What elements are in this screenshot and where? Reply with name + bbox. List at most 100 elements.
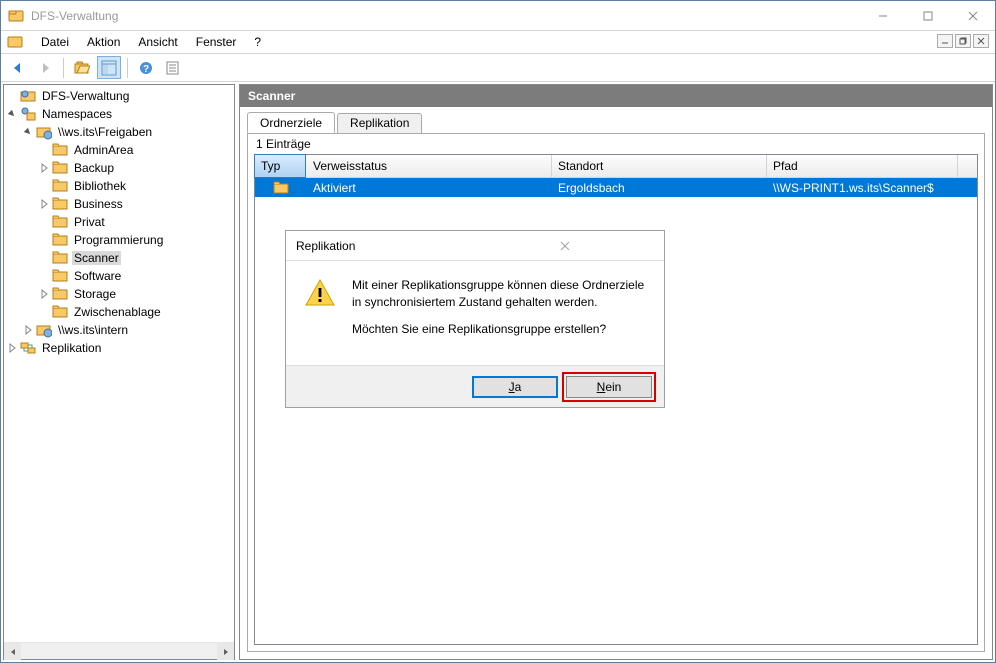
- dialog-ja-button[interactable]: Ja: [472, 376, 558, 398]
- dialog-titlebar: Replikation: [286, 231, 664, 261]
- tree-item-scanner[interactable]: Scanner: [4, 249, 234, 267]
- twisty-closed-icon[interactable]: [36, 160, 52, 176]
- scroll-left-icon[interactable]: [4, 643, 21, 660]
- twisty-closed-icon[interactable]: [20, 322, 36, 338]
- tree[interactable]: DFS-Verwaltung Namespaces \\ws.its\Freig…: [4, 85, 234, 642]
- body: DFS-Verwaltung Namespaces \\ws.its\Freig…: [3, 84, 993, 660]
- dialog-close-button[interactable]: [475, 236, 654, 256]
- tree-label: Storage: [72, 287, 118, 301]
- titlebar: DFS-Verwaltung: [1, 1, 995, 31]
- replication-icon: [20, 340, 36, 356]
- replication-dialog: Replikation Mit einer Replika: [285, 230, 665, 408]
- tree-root[interactable]: DFS-Verwaltung: [4, 87, 234, 105]
- content-panel: Scanner Ordnerziele Replikation 1 Einträ…: [239, 84, 993, 660]
- tree-label: \\ws.its\intern: [56, 323, 130, 337]
- col-label: Standort: [558, 159, 603, 173]
- tree-share-freigaben[interactable]: \\ws.its\Freigaben: [4, 123, 234, 141]
- tab-ordnerziele[interactable]: Ordnerziele: [247, 112, 335, 133]
- maximize-button[interactable]: [905, 1, 950, 30]
- close-button[interactable]: [950, 1, 995, 30]
- tree-item-adminarea[interactable]: AdminArea: [4, 141, 234, 159]
- window-title: DFS-Verwaltung: [31, 9, 860, 23]
- tree-label: Zwischenablage: [72, 305, 163, 319]
- tree-item-zwischen[interactable]: Zwischenablage: [4, 303, 234, 321]
- col-filler[interactable]: [957, 155, 977, 177]
- dialog-buttons: Ja Nein: [286, 365, 664, 407]
- dialog-line2: Möchten Sie eine Replikationsgruppe erst…: [352, 321, 646, 338]
- namespace-icon: [36, 322, 52, 338]
- mdi-minimize[interactable]: [937, 34, 953, 48]
- nav-back-button[interactable]: [6, 56, 30, 79]
- tree-label: Programmierung: [72, 233, 165, 247]
- tree-label: Bibliothek: [72, 179, 128, 193]
- menu-datei[interactable]: Datei: [33, 33, 77, 51]
- col-standort[interactable]: Standort: [552, 155, 767, 177]
- tree-label: Privat: [72, 215, 107, 229]
- mdi-restore[interactable]: [955, 34, 971, 48]
- mdi-close[interactable]: [973, 34, 989, 48]
- tree-item-storage[interactable]: Storage: [4, 285, 234, 303]
- tree-label: Replikation: [40, 341, 103, 355]
- tree-label: \\ws.its\Freigaben: [56, 125, 154, 139]
- folder-icon: [52, 142, 68, 158]
- open-folder-button[interactable]: [70, 56, 94, 79]
- cell-pfad: \\WS-PRINT1.ws.its\Scanner$: [767, 181, 977, 195]
- folder-icon: [52, 178, 68, 194]
- twisty-closed-icon[interactable]: [4, 340, 20, 356]
- show-tree-button[interactable]: [97, 56, 121, 79]
- list-view[interactable]: Typ Verweisstatus Standort Pfad Aktivier…: [254, 154, 978, 645]
- tree-replication[interactable]: Replikation: [4, 339, 234, 357]
- twisty-closed-icon[interactable]: [36, 196, 52, 212]
- tree-namespaces[interactable]: Namespaces: [4, 105, 234, 123]
- tab-pane-ordnerziele: 1 Einträge Typ Verweisstatus Standort Pf…: [247, 133, 985, 652]
- tree-item-bibliothek[interactable]: Bibliothek: [4, 177, 234, 195]
- cell-verweis: Aktiviert: [307, 181, 552, 195]
- tree-item-programmierung[interactable]: Programmierung: [4, 231, 234, 249]
- tree-label: Software: [72, 269, 123, 283]
- col-label: Pfad: [773, 159, 798, 173]
- svg-text:?: ?: [143, 64, 149, 75]
- folder-icon: [52, 304, 68, 320]
- options-button[interactable]: [161, 56, 185, 79]
- doc-icon: [7, 34, 23, 50]
- tree-item-backup[interactable]: Backup: [4, 159, 234, 177]
- folder-icon: [52, 160, 68, 176]
- tree-item-business[interactable]: Business: [4, 195, 234, 213]
- twisty-closed-icon[interactable]: [36, 286, 52, 302]
- twisty-open-icon[interactable]: [4, 106, 20, 122]
- nav-forward-button[interactable]: [33, 56, 57, 79]
- minimize-button[interactable]: [860, 1, 905, 30]
- tree-panel: DFS-Verwaltung Namespaces \\ws.its\Freig…: [3, 84, 235, 660]
- twisty-open-icon[interactable]: [20, 124, 36, 140]
- toolbar-separator: [127, 58, 128, 78]
- tree-hscrollbar[interactable]: [4, 642, 234, 659]
- scroll-right-icon[interactable]: [217, 643, 234, 660]
- content-body: Ordnerziele Replikation 1 Einträge Typ V…: [240, 107, 992, 659]
- help-button[interactable]: ?: [134, 56, 158, 79]
- folder-icon: [52, 250, 68, 266]
- folder-icon: [52, 196, 68, 212]
- folder-share-icon: [273, 180, 289, 196]
- dialog-nein-button[interactable]: Nein: [566, 376, 652, 398]
- tree-share-intern[interactable]: \\ws.its\intern: [4, 321, 234, 339]
- col-pfad[interactable]: Pfad: [767, 155, 957, 177]
- col-label: Verweisstatus: [313, 159, 387, 173]
- col-typ[interactable]: Typ: [254, 154, 306, 178]
- tree-item-software[interactable]: Software: [4, 267, 234, 285]
- folder-icon: [52, 214, 68, 230]
- tree-item-privat[interactable]: Privat: [4, 213, 234, 231]
- folder-icon: [52, 286, 68, 302]
- entries-count-label: 1 Einträge: [248, 134, 984, 154]
- warning-icon: [304, 277, 336, 309]
- menu-help[interactable]: ?: [246, 33, 269, 51]
- app-window: DFS-Verwaltung Datei Aktion Ansicht Fens…: [0, 0, 996, 663]
- menu-ansicht[interactable]: Ansicht: [130, 33, 185, 51]
- tab-replikation[interactable]: Replikation: [337, 113, 422, 134]
- col-verweisstatus[interactable]: Verweisstatus: [307, 155, 552, 177]
- mdi-controls: [937, 34, 989, 48]
- list-row[interactable]: Aktiviert Ergoldsbach \\WS-PRINT1.ws.its…: [255, 178, 977, 197]
- tree-label: Business: [72, 197, 125, 211]
- menu-fenster[interactable]: Fenster: [188, 33, 245, 51]
- menu-aktion[interactable]: Aktion: [79, 33, 128, 51]
- list-header: Typ Verweisstatus Standort Pfad: [255, 155, 977, 178]
